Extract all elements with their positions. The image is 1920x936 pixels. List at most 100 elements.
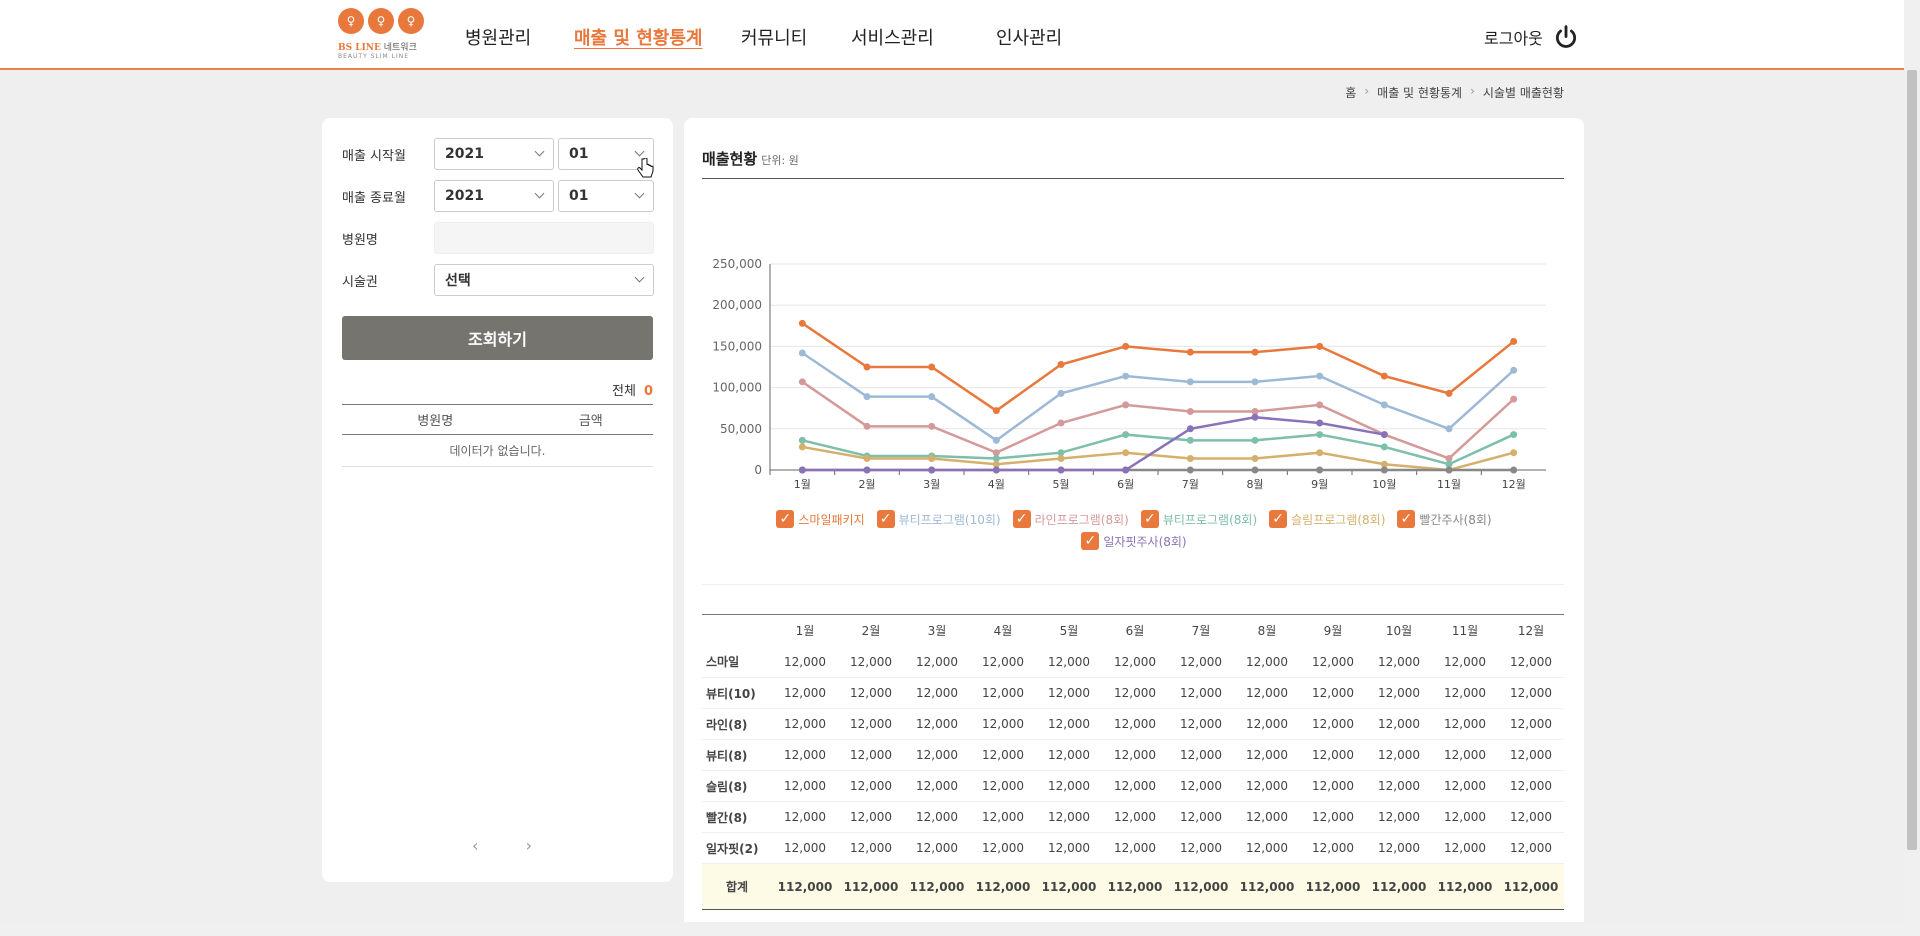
table-cell: 12,000 <box>838 677 904 709</box>
total-cell: 112,000 <box>1300 863 1366 910</box>
checkbox-checked-icon[interactable]: ✓ <box>1397 510 1416 528</box>
table-row: 데이터가 없습니다. <box>342 434 653 467</box>
chevron-down-icon <box>634 188 645 199</box>
table-cell: 12,000 <box>772 708 838 740</box>
nav-hr[interactable]: 인사관리 <box>996 24 1062 50</box>
total-count-value: 0 <box>643 384 653 399</box>
table-cell: 12,000 <box>772 677 838 709</box>
nav-community[interactable]: 커뮤니티 <box>741 24 807 50</box>
top-header: ♀ ♀ ♀ BS LINE 네트워크 BEAUTY SLIM LINE 병원관리… <box>0 0 1920 70</box>
table-cell: 12,000 <box>1234 770 1300 802</box>
table-cell: 12,000 <box>1234 801 1300 833</box>
table-cell: 12,000 <box>1300 770 1366 802</box>
total-count: 전체 0 <box>612 384 653 399</box>
logo[interactable]: ♀ ♀ ♀ BS LINE 네트워크 BEAUTY SLIM LINE <box>338 8 430 62</box>
table-cell: 12,000 <box>1102 770 1168 802</box>
data-point <box>1186 425 1194 433</box>
data-point <box>1251 378 1259 386</box>
checkbox-checked-icon[interactable]: ✓ <box>1012 510 1031 528</box>
nav-sales-stats[interactable]: 매출 및 현황통계 <box>574 24 702 50</box>
logo-brand: BS LINE 네트워크 <box>338 43 417 53</box>
row-label: 빨간(8) <box>702 801 772 833</box>
table-cell: 12,000 <box>1168 739 1234 771</box>
table-cell: 12,000 <box>970 708 1036 740</box>
logo-tagline: BEAUTY SLIM LINE <box>338 53 410 60</box>
end-month-label: 매출 종료월 <box>342 190 406 206</box>
nav-hospital[interactable]: 병원관리 <box>465 24 531 50</box>
table-row: 스마일 12,000 12,000 12,000 12,000 12,000 12,000 1… <box>702 646 1564 678</box>
table-cell: 12,000 <box>1432 739 1498 771</box>
scrollbar-thumb[interactable] <box>1907 70 1917 850</box>
table-cell: 12,000 <box>904 801 970 833</box>
table-cell: 12,000 <box>904 770 970 802</box>
y-tick-label: 50,000 <box>720 422 762 436</box>
table-cell: 12,000 <box>772 739 838 771</box>
data-point <box>1380 466 1388 474</box>
legend-item[interactable]: ✓ 슬림프로그램(8회) <box>1269 510 1385 528</box>
checkbox-checked-icon[interactable]: ✓ <box>1269 510 1288 528</box>
vertical-scrollbar[interactable] <box>1904 0 1920 936</box>
data-point <box>992 466 1000 474</box>
data-point <box>1251 413 1259 421</box>
table-cell: 12,000 <box>1432 677 1498 709</box>
table-cell: 12,000 <box>1036 770 1102 802</box>
legend-item[interactable]: ✓ 일자핏주사(8회) <box>1081 532 1187 550</box>
next-page-button[interactable]: › <box>526 836 532 855</box>
breadcrumb-home[interactable]: 홈 <box>1345 84 1356 101</box>
legend-label: 빨간주사(8회) <box>1419 512 1492 527</box>
table-cell: 12,000 <box>970 801 1036 833</box>
end-month-row: 매출 종료월 2021 01 <box>342 180 654 212</box>
end-year-select[interactable]: 2021 <box>434 180 554 212</box>
row-label: 슬림(8) <box>702 770 772 802</box>
table-row: 슬림(8) 12,000 12,000 12,000 12,000 12,000 12,00… <box>702 770 1564 802</box>
table-row: 뷰티(8) 12,000 12,000 12,000 12,000 12,000 12,00… <box>702 739 1564 771</box>
checkbox-checked-icon[interactable]: ✓ <box>1081 532 1100 550</box>
legend-item[interactable]: ✓ 빨간주사(8회) <box>1397 510 1492 528</box>
total-cell: 112,000 <box>904 863 970 910</box>
y-tick-label: 100,000 <box>712 381 762 395</box>
month-column-header: 10월 <box>1366 614 1432 647</box>
search-button[interactable]: 조회하기 <box>342 316 653 360</box>
data-point <box>798 349 806 357</box>
x-tick-label: 4월 <box>988 478 1005 491</box>
table-row: 뷰티(10) 12,000 12,000 12,000 12,000 12,000 12,0… <box>702 677 1564 709</box>
data-point <box>1510 449 1518 457</box>
legend-item[interactable]: ✓ 스마일패키지 <box>776 510 865 528</box>
ticket-select[interactable]: 선택 <box>434 264 654 296</box>
table-cell: 12,000 <box>1036 677 1102 709</box>
nav-service[interactable]: 서비스관리 <box>851 24 934 50</box>
data-point <box>1316 372 1324 380</box>
x-tick-label: 5월 <box>1052 478 1069 491</box>
legend-item[interactable]: ✓ 라인프로그램(8회) <box>1012 510 1129 528</box>
table-cell: 12,000 <box>1102 832 1168 864</box>
chevron-right-icon: › <box>1364 84 1370 98</box>
legend-item[interactable]: ✓ 뷰티프로그램(8회) <box>1140 510 1257 528</box>
checkbox-checked-icon[interactable]: ✓ <box>1140 510 1159 528</box>
horizontal-scrollbar[interactable] <box>0 922 1904 936</box>
checkbox-checked-icon[interactable]: ✓ <box>876 510 895 528</box>
month-column-header: 8월 <box>1234 614 1300 647</box>
table-cell: 12,000 <box>970 832 1036 864</box>
data-point <box>1510 395 1518 403</box>
prev-page-button[interactable]: ‹ <box>472 836 478 855</box>
checkbox-checked-icon[interactable]: ✓ <box>776 510 795 528</box>
start-year-select[interactable]: 2021 <box>434 138 554 170</box>
breadcrumb-sales[interactable]: 매출 및 현황통계 <box>1377 84 1462 101</box>
hospital-input[interactable] <box>434 222 654 254</box>
report-unit: 단위: 원 <box>761 154 799 167</box>
table-cell: 12,000 <box>772 832 838 864</box>
hand-cursor-icon <box>637 158 654 178</box>
end-month-select[interactable]: 01 <box>558 180 654 212</box>
table-cell: 12,000 <box>1036 708 1102 740</box>
legend-label: 라인프로그램(8회) <box>1034 512 1129 527</box>
logout-button[interactable]: 로그아웃 <box>1484 24 1579 50</box>
legend-label: 스마일패키지 <box>798 512 865 527</box>
data-point <box>1316 449 1324 457</box>
total-cell: 112,000 <box>1498 863 1564 910</box>
x-tick-label: 3월 <box>923 478 940 491</box>
legend-item[interactable]: ✓ 뷰티프로그램(10회) <box>876 510 1001 528</box>
data-point <box>928 363 936 371</box>
data-point <box>1316 431 1324 439</box>
table-cell: 12,000 <box>970 739 1036 771</box>
total-cell: 112,000 <box>1036 863 1102 910</box>
